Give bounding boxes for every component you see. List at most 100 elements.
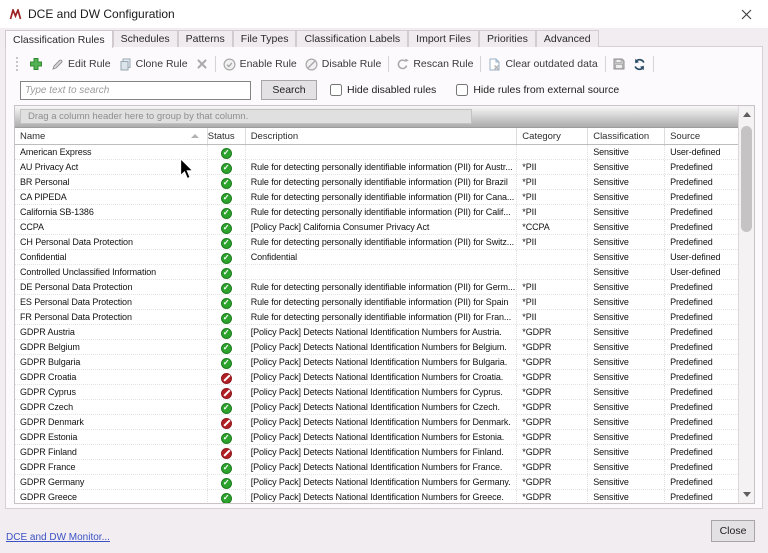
column-header-classification[interactable]: Classification xyxy=(588,128,665,144)
cell-source: Predefined xyxy=(665,475,738,489)
table-row[interactable]: AU Privacy ActRule for detecting persona… xyxy=(15,160,738,175)
table-row[interactable]: GDPR Estonia[Policy Pack] Detects Nation… xyxy=(15,430,738,445)
tab-patterns[interactable]: Patterns xyxy=(178,30,233,47)
hide-external-checkbox[interactable] xyxy=(456,84,468,96)
cell-name: GDPR France xyxy=(15,460,208,474)
circle-check-icon xyxy=(223,58,236,71)
hide-external-rules-option[interactable]: Hide rules from external source xyxy=(456,84,619,96)
cell-description: Rule for detecting personally identifiab… xyxy=(246,205,518,219)
vertical-scrollbar[interactable] xyxy=(738,106,754,503)
tab-priorities[interactable]: Priorities xyxy=(479,30,536,47)
tab-classification-rules[interactable]: Classification Rules xyxy=(5,30,113,48)
table-row[interactable]: GDPR Czech[Policy Pack] Detects National… xyxy=(15,400,738,415)
column-header-source[interactable]: Source xyxy=(665,128,738,144)
cell-classification: Sensitive xyxy=(588,160,665,174)
table-row[interactable]: ES Personal Data ProtectionRule for dete… xyxy=(15,295,738,310)
hide-disabled-rules-option[interactable]: Hide disabled rules xyxy=(330,84,436,96)
scroll-down-icon[interactable] xyxy=(739,487,754,502)
column-header-category[interactable]: Category xyxy=(517,128,588,144)
table-row[interactable]: California SB-1386 Rule for detecting per… xyxy=(15,205,738,220)
search-input[interactable] xyxy=(20,81,251,100)
cell-name: DE Personal Data Protection xyxy=(15,280,208,294)
clone-rule-button[interactable]: Clone Rule xyxy=(115,56,192,73)
table-row[interactable]: GDPR Germany[Policy Pack] Detects Nation… xyxy=(15,475,738,490)
add-icon xyxy=(29,57,43,71)
column-header-name[interactable]: Name xyxy=(15,128,208,144)
column-header-description[interactable]: Description xyxy=(246,128,518,144)
cell-name: California SB-1386 xyxy=(15,205,208,219)
cell-description: [Policy Pack] Detects National Identific… xyxy=(246,340,518,354)
cell-source: Predefined xyxy=(665,280,738,294)
tab-import-files[interactable]: Import Files xyxy=(408,30,479,47)
cell-category: *CCPA xyxy=(517,220,588,234)
table-row[interactable]: CCPA[Policy Pack] California Consumer Pr… xyxy=(15,220,738,235)
table-row[interactable]: GDPR Cyprus[Policy Pack] Detects Nationa… xyxy=(15,385,738,400)
table-row[interactable]: GDPR Croatia[Policy Pack] Detects Nation… xyxy=(15,370,738,385)
disable-rule-button[interactable]: Disable Rule xyxy=(301,56,386,73)
table-row[interactable]: CH Personal Data ProtectionRule for dete… xyxy=(15,235,738,250)
status-enabled-icon xyxy=(221,163,232,174)
dce-dw-monitor-link[interactable]: DCE and DW Monitor... xyxy=(6,532,110,543)
tab-schedules[interactable]: Schedules xyxy=(113,30,178,47)
toolbar-grip-handle[interactable] xyxy=(15,56,19,73)
cell-name: American Express xyxy=(15,145,208,159)
cell-category: *GDPR xyxy=(517,430,588,444)
cell-category: *PII xyxy=(517,310,588,324)
rescan-rule-button[interactable]: Rescan Rule xyxy=(392,56,477,73)
table-row[interactable]: DE Personal Data ProtectionRule for dete… xyxy=(15,280,738,295)
table-row[interactable]: GDPR Bulgaria[Policy Pack] Detects Natio… xyxy=(15,355,738,370)
cell-status xyxy=(208,220,246,234)
add-rule-button[interactable] xyxy=(25,55,47,73)
refresh-icon xyxy=(633,58,646,71)
status-enabled-icon xyxy=(221,358,232,369)
scrollbar-thumb[interactable] xyxy=(741,126,752,232)
table-row[interactable]: ConfidentialConfidentialSensitiveUser-de… xyxy=(15,250,738,265)
table-row[interactable]: GDPR France[Policy Pack] Detects Nationa… xyxy=(15,460,738,475)
tab-classification-labels[interactable]: Classification Labels xyxy=(296,30,408,47)
toolbar-separator xyxy=(653,56,654,72)
cell-name: GDPR Greece xyxy=(15,490,208,503)
refresh-button[interactable] xyxy=(629,56,650,73)
window-close-icon[interactable] xyxy=(737,5,755,23)
enable-rule-button[interactable]: Enable Rule xyxy=(219,56,301,73)
delete-rule-button[interactable] xyxy=(192,56,212,72)
toolbar-separator xyxy=(480,56,481,72)
table-row[interactable]: GDPR Belgium[Policy Pack] Detects Nation… xyxy=(15,340,738,355)
status-disabled-icon xyxy=(221,448,232,459)
column-header-status[interactable]: Status xyxy=(208,128,246,144)
cell-description: [Policy Pack] Detects National Identific… xyxy=(246,415,518,429)
cell-description: [Policy Pack] Detects National Identific… xyxy=(246,475,518,489)
tab-file-types[interactable]: File Types xyxy=(233,30,297,47)
cell-classification: Sensitive xyxy=(588,490,665,503)
table-row[interactable]: FR Personal Data ProtectionRule for dete… xyxy=(15,310,738,325)
table-row[interactable]: BR PersonalRule for detecting personally… xyxy=(15,175,738,190)
cell-description: Rule for detecting personally identifiab… xyxy=(246,160,518,174)
edit-rule-label: Edit Rule xyxy=(68,58,111,70)
cell-status xyxy=(208,475,246,489)
search-button[interactable]: Search xyxy=(261,80,317,100)
table-row[interactable]: CA PIPEDARule for detecting personally i… xyxy=(15,190,738,205)
status-enabled-icon xyxy=(221,313,232,324)
close-button[interactable]: Close xyxy=(711,520,755,542)
cell-category: *PII xyxy=(517,295,588,309)
table-row[interactable]: GDPR Austria[Policy Pack] Detects Nation… xyxy=(15,325,738,340)
clear-outdated-button[interactable]: Clear outdated data xyxy=(484,56,601,73)
hide-disabled-checkbox[interactable] xyxy=(330,84,342,96)
cell-classification: Sensitive xyxy=(588,445,665,459)
scroll-up-icon[interactable] xyxy=(739,107,754,122)
status-disabled-icon xyxy=(221,418,232,429)
cell-category: *GDPR xyxy=(517,475,588,489)
table-row[interactable]: GDPR Greece[Policy Pack] Detects Nationa… xyxy=(15,490,738,503)
save-button[interactable] xyxy=(609,56,629,72)
table-row[interactable]: American ExpressSensitiveUser-defined xyxy=(15,145,738,160)
cell-classification: Sensitive xyxy=(588,460,665,474)
tab-advanced[interactable]: Advanced xyxy=(536,30,599,47)
table-row[interactable]: GDPR Finland[Policy Pack] Detects Nation… xyxy=(15,445,738,460)
edit-rule-button[interactable]: Edit Rule xyxy=(47,56,115,73)
table-row[interactable]: GDPR Denmark[Policy Pack] Detects Nation… xyxy=(15,415,738,430)
status-enabled-icon xyxy=(221,178,232,189)
cell-source: Predefined xyxy=(665,190,738,204)
cell-category: *GDPR xyxy=(517,460,588,474)
table-row[interactable]: Controlled Unclassified InformationSensi… xyxy=(15,265,738,280)
group-by-band[interactable]: Drag a column header here to group by th… xyxy=(15,106,738,128)
